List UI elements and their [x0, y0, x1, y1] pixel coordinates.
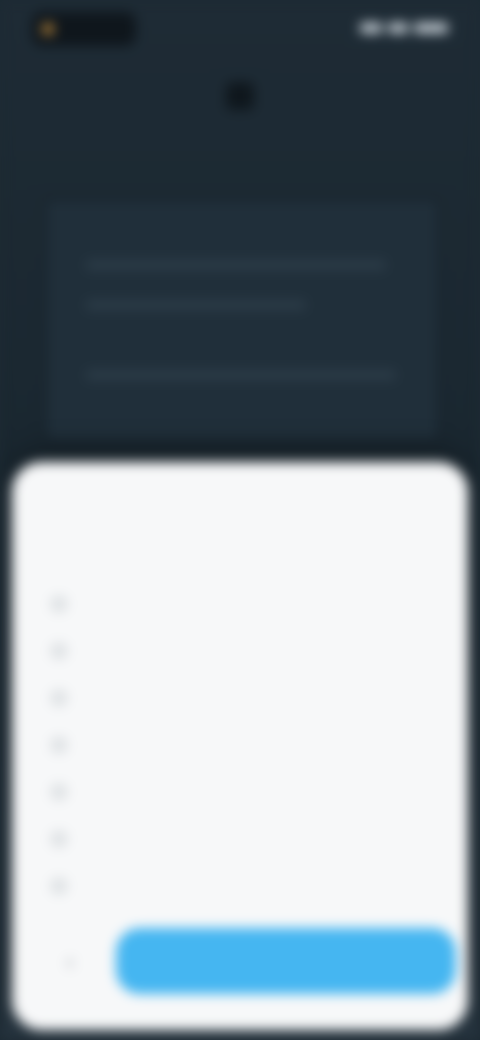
signal-icon [360, 23, 382, 33]
option-item[interactable] [52, 862, 442, 909]
option-item[interactable] [52, 627, 442, 674]
option-item[interactable] [52, 815, 442, 862]
wifi-icon [388, 23, 408, 33]
submit-button[interactable] [116, 928, 456, 994]
app-logo [32, 12, 136, 46]
battery-icon [414, 23, 448, 33]
background-card [44, 198, 440, 442]
radio-icon[interactable] [52, 643, 66, 658]
status-bar [0, 0, 480, 60]
option-list [52, 580, 442, 909]
option-item[interactable] [52, 721, 442, 768]
bottom-sheet: ‹ [12, 462, 468, 1030]
option-item[interactable] [52, 580, 442, 627]
card-line [86, 300, 306, 310]
back-button[interactable]: ‹ [48, 940, 92, 984]
radio-icon[interactable] [52, 690, 66, 705]
app-icon [226, 82, 254, 110]
radio-icon[interactable] [52, 784, 66, 799]
radio-icon[interactable] [52, 737, 66, 752]
card-line [86, 260, 386, 270]
option-item[interactable] [52, 768, 442, 815]
app-logo-icon [42, 23, 54, 35]
card-line [86, 370, 396, 380]
status-indicators [356, 18, 448, 38]
option-item[interactable] [52, 674, 442, 721]
radio-icon[interactable] [52, 596, 66, 611]
radio-icon[interactable] [52, 878, 66, 893]
chevron-left-icon: ‹ [66, 949, 74, 974]
radio-icon[interactable] [52, 831, 66, 846]
blurred-screen: ‹ [0, 0, 480, 1040]
